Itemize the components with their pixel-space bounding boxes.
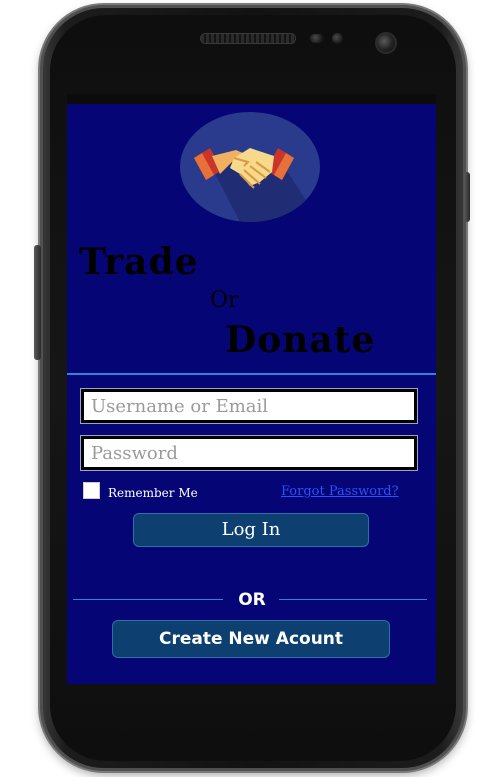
remember-me-label[interactable]: Remember Me [108, 486, 198, 500]
login-screen: Trade Or Donate Remember Me Forgot Passw… [67, 94, 436, 684]
or-separator-label: OR [238, 590, 266, 610]
forgot-password-link[interactable]: Forgot Password? [281, 484, 399, 499]
brand-title-trade: Trade [79, 241, 199, 283]
handshake-icon [194, 148, 320, 222]
or-divider-right [279, 599, 427, 600]
power-button [464, 172, 470, 222]
app-logo [180, 112, 320, 222]
status-bar [67, 94, 436, 104]
volume-button [34, 245, 41, 360]
light-sensor [332, 33, 343, 44]
or-divider-left [73, 599, 223, 600]
brand-title-or: Or [210, 288, 239, 313]
remember-me-checkbox[interactable] [83, 482, 100, 499]
proximity-sensor [310, 34, 324, 43]
brand-title-donate: Donate [225, 319, 376, 361]
create-account-button[interactable]: Create New Acount [112, 620, 390, 658]
front-camera [377, 34, 395, 52]
earpiece-speaker [201, 34, 295, 43]
login-button[interactable]: Log In [133, 513, 369, 547]
password-input[interactable] [80, 435, 418, 471]
username-input[interactable] [80, 388, 418, 424]
header-divider [67, 373, 436, 375]
